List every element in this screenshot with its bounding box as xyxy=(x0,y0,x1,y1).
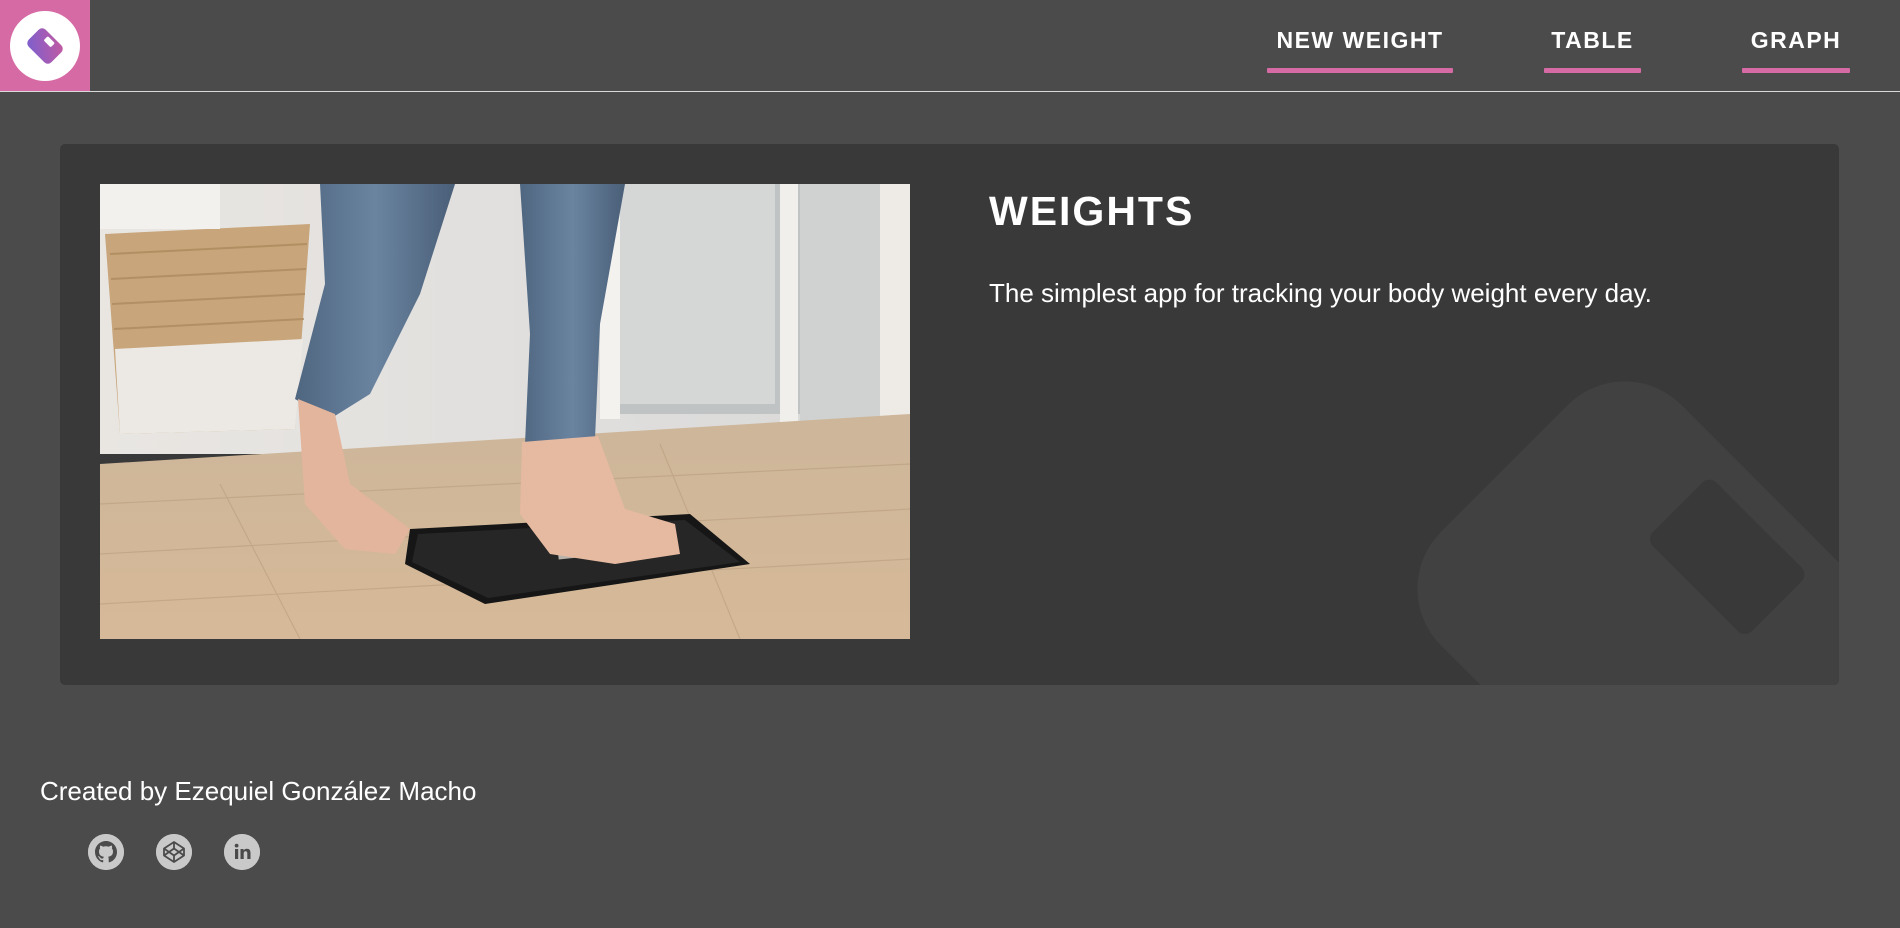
logo-circle xyxy=(10,10,80,81)
nav-new-weight-underline xyxy=(1267,68,1453,73)
nav-graph-underline xyxy=(1742,68,1850,73)
background-logo-icon xyxy=(1417,381,1839,685)
page-title: WEIGHTS xyxy=(989,188,1195,234)
nav-new-weight-label: NEW WEIGHT xyxy=(1276,27,1444,53)
nav-graph-label: GRAPH xyxy=(1750,27,1842,53)
app-logo-icon xyxy=(27,27,63,64)
hero-image xyxy=(100,184,910,639)
nav-new-weight[interactable]: NEW WEIGHT xyxy=(1267,26,1453,76)
linkedin-icon xyxy=(224,834,260,870)
codepen-icon xyxy=(156,834,192,870)
feet-on-scale-photo xyxy=(100,184,910,639)
codepen-link[interactable] xyxy=(156,834,192,870)
github-icon xyxy=(88,834,124,870)
header: NEW WEIGHT TABLE GRAPH xyxy=(0,0,1900,92)
hero-card: WEIGHTS The simplest app for tracking yo… xyxy=(60,144,1839,685)
linkedin-link[interactable] xyxy=(224,834,260,870)
nav-table[interactable]: TABLE xyxy=(1544,26,1641,76)
nav-graph[interactable]: GRAPH xyxy=(1742,26,1850,76)
github-link[interactable] xyxy=(88,834,124,870)
page: NEW WEIGHT TABLE GRAPH WEIGHTS The simpl… xyxy=(0,0,1900,928)
nav-table-label: TABLE xyxy=(1551,27,1634,53)
nav-table-underline xyxy=(1544,68,1641,73)
logo[interactable] xyxy=(0,0,90,91)
page-description: The simplest app for tracking your body … xyxy=(989,278,1652,308)
footer-credit: Created by Ezequiel González Macho xyxy=(40,776,477,806)
